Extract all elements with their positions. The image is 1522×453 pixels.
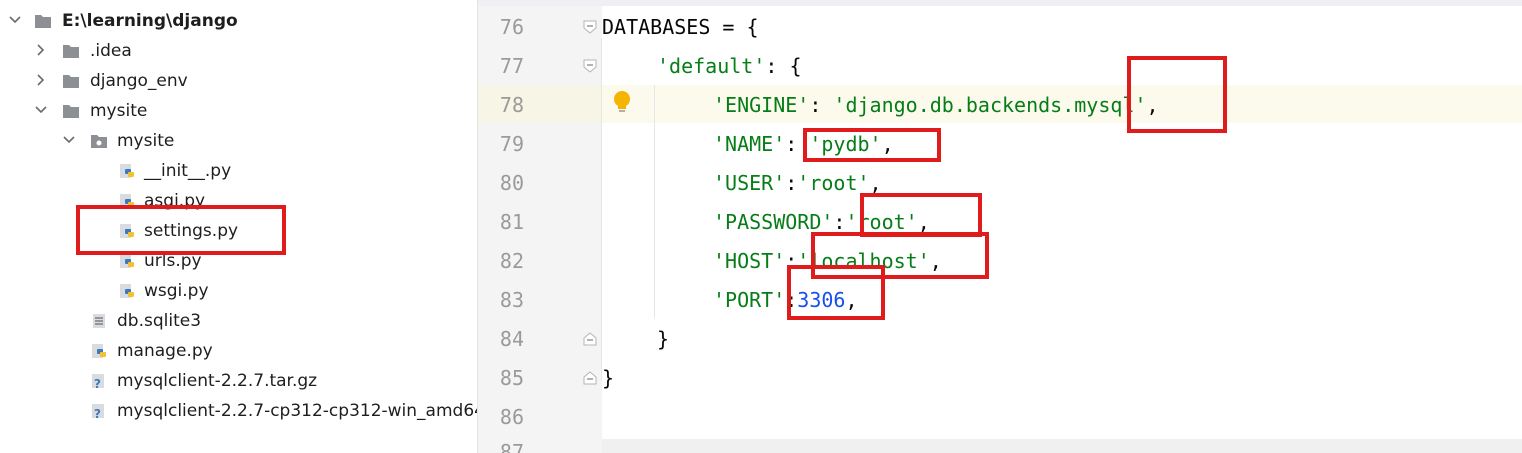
tree-item-label: db.sqlite3 xyxy=(117,311,202,331)
tree-item-label: mysqlclient-2.2.7-cp312-cp312-win_amd64.… xyxy=(117,401,477,421)
tree-item-mysite-package[interactable]: mysite xyxy=(0,126,477,156)
tree-item-label: manage.py xyxy=(117,341,213,361)
line-number: 81 xyxy=(499,210,524,234)
annotation-box-engine xyxy=(1127,56,1227,133)
tree-root-label: E:\learning\django xyxy=(62,11,238,31)
code-string: 'NAME' xyxy=(713,132,786,156)
text-file-icon xyxy=(93,314,105,328)
code-string: 'ENGINE' xyxy=(713,93,810,117)
code-text: } xyxy=(602,366,615,390)
tree-item-django-env[interactable]: django_env xyxy=(0,66,477,96)
chevron-down-icon[interactable] xyxy=(62,133,76,147)
code-string: 'default' xyxy=(657,54,766,78)
code-string: 'USER' xyxy=(713,171,786,195)
horizontal-scrollbar[interactable] xyxy=(602,439,1522,453)
code-text: } xyxy=(657,327,670,351)
tree-item-label: wsgi.py xyxy=(144,281,209,301)
line-number: 85 xyxy=(499,366,524,390)
package-folder-icon xyxy=(91,135,107,148)
python-file-icon xyxy=(120,254,134,268)
tree-item-idea[interactable]: .idea xyxy=(0,36,477,66)
unknown-file-icon: ? xyxy=(92,404,104,419)
line-number: 78 xyxy=(499,93,524,117)
line-number: 80 xyxy=(499,171,524,195)
tree-root[interactable]: E:\learning\django xyxy=(0,6,477,36)
line-number: 76 xyxy=(499,15,524,39)
tree-item-label: __init__.py xyxy=(144,161,232,181)
tree-item-label: mysqlclient-2.2.7.tar.gz xyxy=(117,371,318,391)
code-text: : xyxy=(833,210,846,234)
tree-item-init-py[interactable]: __init__.py xyxy=(0,156,477,186)
fold-end-icon[interactable] xyxy=(583,371,597,385)
annotation-box-password xyxy=(860,193,982,237)
line-number: 86 xyxy=(499,405,524,429)
python-file-icon xyxy=(120,164,134,178)
tree-item-wsgi-py[interactable]: wsgi.py xyxy=(0,276,477,306)
tree-item-label: mysite xyxy=(117,131,175,151)
tree-item-mysqlclient-whl[interactable]: ? mysqlclient-2.2.7-cp312-cp312-win_amd6… xyxy=(0,396,477,426)
project-tree: E:\learning\django .idea django_env mysi… xyxy=(0,0,477,453)
line-number: 83 xyxy=(499,288,524,312)
tree-item-mysite-project[interactable]: mysite xyxy=(0,96,477,126)
tree-item-label: django_env xyxy=(90,71,188,91)
fold-end-icon[interactable] xyxy=(583,332,597,346)
folder-icon xyxy=(63,105,79,118)
code-line-76[interactable]: DATABASES = { xyxy=(602,8,759,46)
folder-icon xyxy=(63,75,79,88)
line-number: 77 xyxy=(499,54,524,78)
code-string: 'django.db.backends.mysql' xyxy=(833,93,1147,117)
annotation-box-settings xyxy=(76,205,286,255)
code-text: DATABASES = { xyxy=(602,15,759,39)
code-line-85[interactable]: } xyxy=(602,359,614,397)
chevron-down-icon[interactable] xyxy=(34,103,48,117)
code-string: 'root' xyxy=(797,171,870,195)
code-line-84[interactable]: } xyxy=(657,320,669,358)
code-line-80[interactable]: 'USER':'root', xyxy=(713,164,882,202)
chevron-right-icon[interactable] xyxy=(34,43,48,57)
tree-item-db-sqlite3[interactable]: db.sqlite3 xyxy=(0,306,477,336)
line-number: 84 xyxy=(499,327,524,351)
tree-item-manage-py[interactable]: manage.py xyxy=(0,336,477,366)
chevron-right-icon[interactable] xyxy=(34,73,48,87)
python-file-icon xyxy=(120,284,134,298)
fold-collapse-icon[interactable] xyxy=(583,59,597,73)
code-text: : { xyxy=(765,54,802,78)
svg-text:?: ? xyxy=(94,377,101,389)
code-text: , xyxy=(869,171,882,195)
code-string: 'HOST' xyxy=(713,249,786,273)
code-string: 'PORT' xyxy=(713,288,786,312)
annotation-box-port xyxy=(787,265,885,320)
unknown-file-icon: ? xyxy=(92,374,104,389)
line-number: 82 xyxy=(499,249,524,273)
line-number: 79 xyxy=(499,132,524,156)
tree-item-label: mysite xyxy=(90,101,148,121)
code-text: : xyxy=(809,93,834,117)
indent-guide xyxy=(601,38,602,380)
editor-top-strip xyxy=(478,0,1522,6)
code-text: : xyxy=(785,171,798,195)
fold-collapse-icon[interactable] xyxy=(583,20,597,34)
tree-item-label: .idea xyxy=(90,41,132,61)
line-number: 87 xyxy=(499,440,524,453)
python-file-icon xyxy=(92,344,106,358)
code-line-77[interactable]: 'default': { xyxy=(657,47,802,85)
chevron-down-icon[interactable] xyxy=(8,13,22,27)
annotation-box-name xyxy=(803,128,941,162)
lightbulb-icon[interactable] xyxy=(612,89,632,115)
code-line-78[interactable]: 'ENGINE': 'django.db.backends.mysql', xyxy=(713,86,1159,124)
folder-icon xyxy=(35,15,51,28)
folder-icon xyxy=(63,45,79,58)
tree-item-mysqlclient-tar[interactable]: ? mysqlclient-2.2.7.tar.gz xyxy=(0,366,477,396)
code-string: 'PASSWORD' xyxy=(713,210,834,234)
indent-guide xyxy=(654,85,655,318)
svg-text:?: ? xyxy=(94,407,101,419)
